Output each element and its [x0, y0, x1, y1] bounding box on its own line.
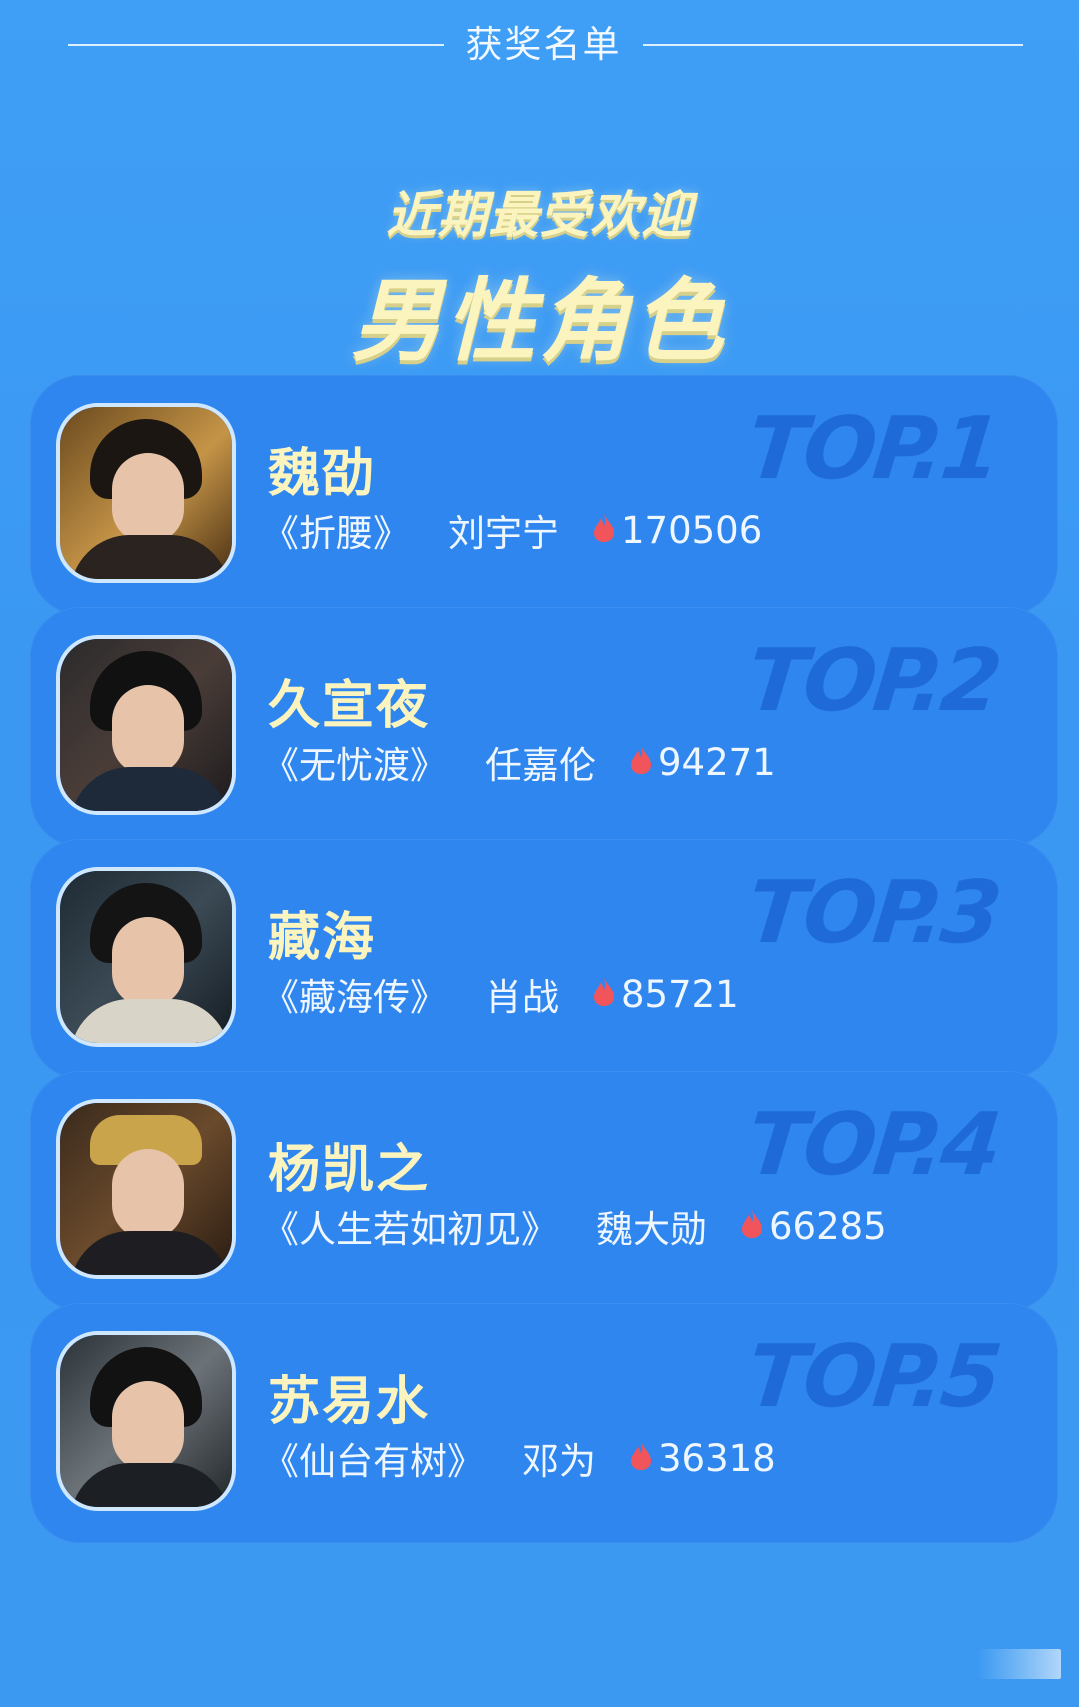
character-name: 苏易水: [268, 1372, 431, 1432]
heat-value: 66285: [769, 1204, 887, 1248]
character-name: 藏海: [268, 908, 377, 968]
avatar: [56, 1331, 236, 1511]
actor-name: 魏大勋: [596, 1208, 707, 1251]
work-title: 《人生若如初见》: [262, 1208, 558, 1251]
character-name: 杨凯之: [268, 1140, 431, 1200]
character-info: 《仙台有树》 邓为 36318: [262, 1431, 776, 1485]
character-info: 《无忧渡》 任嘉伦 94271: [262, 735, 776, 789]
work-title: 《折腰》: [262, 512, 410, 555]
character-info: 《折腰》 刘宇宁 170506: [262, 503, 762, 557]
header-divider-left: [68, 44, 444, 46]
rank-label: TOP.3: [742, 863, 1004, 963]
title-subtitle: 近期最受欢迎: [386, 186, 693, 244]
heat-value: 170506: [621, 508, 763, 552]
flame-icon: [742, 1210, 762, 1238]
character-info: 《藏海传》 肖战 85721: [262, 967, 739, 1021]
header-divider-right: [643, 44, 1023, 46]
character-name: 魏劭: [268, 444, 377, 504]
heat-value: 36318: [658, 1436, 776, 1480]
work-title: 《无忧渡》: [262, 744, 447, 787]
flame-icon: [631, 746, 651, 774]
ranking-card-3[interactable]: 藏海 《藏海传》 肖战 85721 TOP.3: [30, 839, 1058, 1079]
character-name: 久宣夜: [268, 676, 431, 736]
ranking-card-1[interactable]: 魏劭 《折腰》 刘宇宁 170506 TOP.1: [30, 375, 1058, 615]
watermark: [977, 1649, 1061, 1679]
avatar: [56, 867, 236, 1047]
header: 获奖名单: [0, 8, 1079, 68]
page-title: 男性角色: [351, 269, 728, 374]
heat-value: 85721: [621, 972, 739, 1016]
actor-name: 任嘉伦: [485, 744, 596, 787]
rank-label: TOP.4: [742, 1095, 1004, 1195]
ranking-card-4[interactable]: 杨凯之 《人生若如初见》 魏大勋 66285 TOP.4: [30, 1071, 1058, 1311]
heat-value: 94271: [658, 740, 776, 784]
rank-label: TOP.1: [742, 399, 1004, 499]
rank-label: TOP.5: [742, 1327, 1004, 1427]
avatar: [56, 403, 236, 583]
ranking-card-2[interactable]: 久宣夜 《无忧渡》 任嘉伦 94271 TOP.2: [30, 607, 1058, 847]
header-label: 获奖名单: [465, 23, 622, 66]
rank-label: TOP.2: [742, 631, 1004, 731]
character-info: 《人生若如初见》 魏大勋 66285: [262, 1199, 887, 1253]
flame-icon: [594, 978, 614, 1006]
work-title: 《仙台有树》: [262, 1440, 484, 1483]
work-title: 《藏海传》: [262, 976, 447, 1019]
avatar: [56, 635, 236, 815]
avatar: [56, 1099, 236, 1279]
actor-name: 刘宇宁: [448, 512, 559, 555]
ranking-card-5[interactable]: 苏易水 《仙台有树》 邓为 36318 TOP.5: [30, 1303, 1058, 1543]
actor-name: 肖战: [485, 976, 559, 1019]
flame-icon: [631, 1442, 651, 1470]
actor-name: 邓为: [522, 1440, 596, 1483]
flame-icon: [594, 514, 614, 542]
